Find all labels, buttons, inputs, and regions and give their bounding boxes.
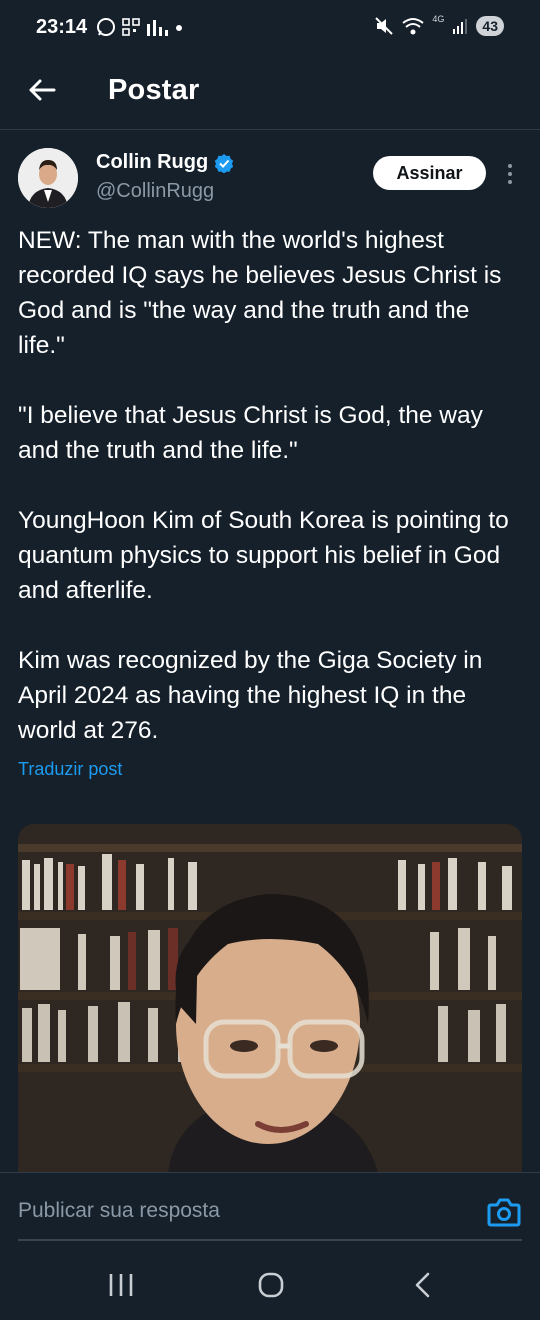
translate-post-link[interactable]: Traduzir post [18, 759, 122, 780]
reply-underline [18, 1239, 522, 1241]
verified-badge-icon [215, 153, 234, 173]
video-thumbnail [18, 824, 522, 1172]
dot-icon [176, 25, 182, 31]
network-label: 4G [432, 14, 445, 24]
subscribe-button[interactable]: Assinar [373, 156, 486, 190]
more-vertical-icon[interactable] [500, 160, 520, 188]
post-text: NEW: The man with the world's highest re… [18, 223, 522, 783]
recents-icon [109, 1274, 133, 1296]
system-nav-bar [0, 1252, 540, 1320]
battery-badge: 43 [476, 16, 504, 36]
cell-signal-icon [453, 19, 468, 34]
signal-bars-icon [147, 20, 168, 36]
avatar[interactable] [18, 148, 78, 208]
avatar-image [18, 148, 78, 208]
status-bar: 23:14 4G 43 [0, 0, 540, 58]
reply-input[interactable]: Publicar sua resposta [18, 1199, 220, 1223]
author-name[interactable]: Collin Rugg [96, 151, 234, 174]
post-paragraph: "I believe that Jesus Christ is God, the… [18, 402, 483, 464]
camera-button[interactable] [486, 1195, 522, 1229]
page-title: Postar [108, 74, 200, 106]
post-paragraph: YoungHoon Kim of South Korea is pointing… [18, 507, 509, 604]
status-time: 23:14 [36, 16, 88, 38]
home-circle-icon [258, 1272, 284, 1298]
reply-bar: Publicar sua resposta [0, 1172, 540, 1252]
chevron-left-icon [415, 1272, 430, 1298]
post-paragraph: NEW: The man with the world's highest re… [18, 227, 502, 359]
nav-back-button[interactable] [412, 1272, 434, 1298]
post-paragraph: Kim was recognized by the Giga Society i… [18, 647, 483, 744]
mute-icon [375, 17, 394, 35]
app-header: Postar [0, 58, 540, 130]
back-button[interactable] [24, 72, 60, 108]
qr-icon [122, 18, 140, 36]
home-button[interactable] [258, 1272, 284, 1298]
camera-icon [487, 1198, 521, 1227]
whatsapp-icon [97, 18, 115, 36]
author-name-text: Collin Rugg [96, 151, 209, 173]
author-handle[interactable]: @CollinRugg [96, 180, 214, 203]
post-media-video[interactable] [18, 824, 522, 1172]
recents-button[interactable] [108, 1272, 134, 1298]
wifi-icon [402, 18, 425, 35]
arrow-left-icon [29, 79, 56, 101]
